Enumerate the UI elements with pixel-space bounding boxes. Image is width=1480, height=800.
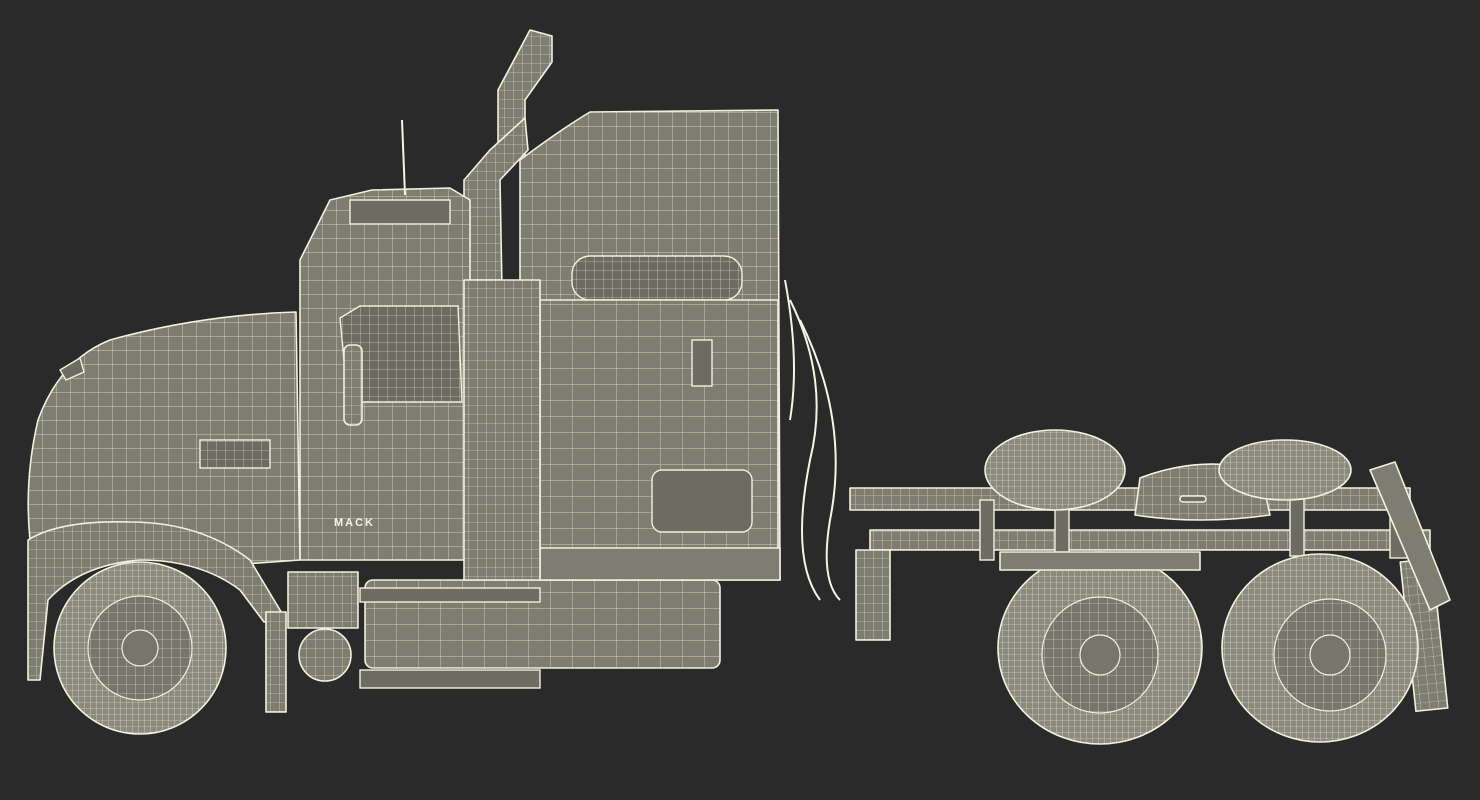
front-wheel [53,561,227,735]
air-hoses [784,279,841,601]
brand-label: MACK [334,517,375,529]
rear-wheel-1 [997,551,1203,745]
sleeper-cab [519,109,781,581]
day-cab [299,119,541,581]
viewport: MACK [0,0,1480,800]
rear-wheel-2 [1221,553,1419,743]
fuel-tank [359,579,721,689]
battery-box [287,571,359,682]
truck-wireframe-render: MACK [27,29,1451,745]
